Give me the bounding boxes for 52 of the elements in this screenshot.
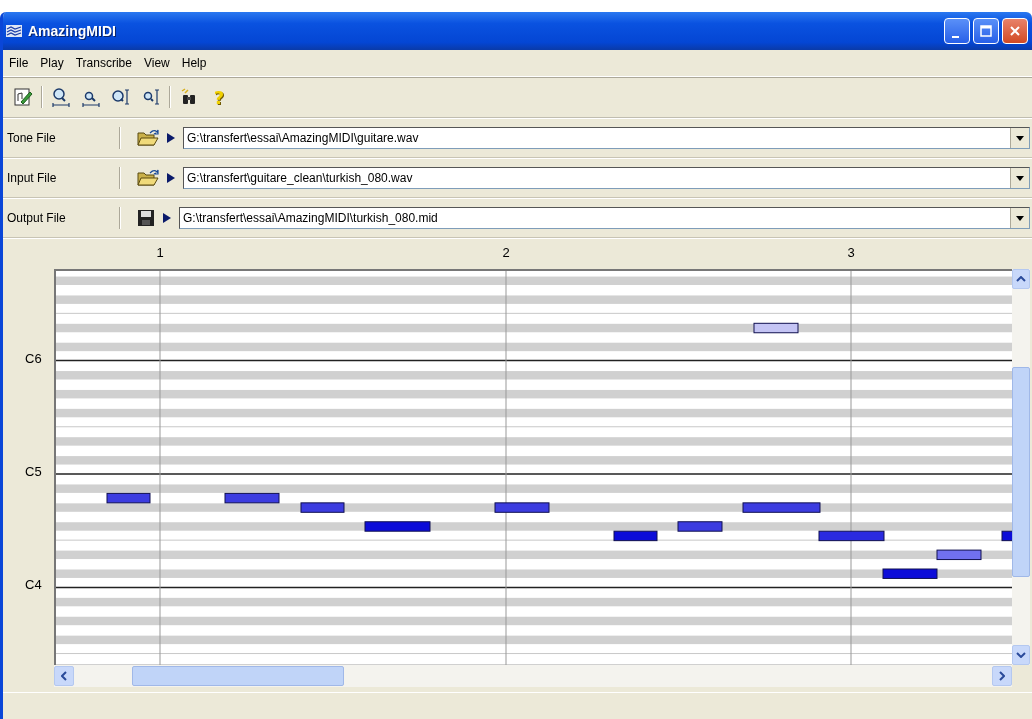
file-path-field[interactable]: G:\transfert\guitare_clean\turkish_080.wav <box>183 167 1030 189</box>
file-path-field[interactable]: G:\transfert\essai\AmazingMIDI\guitare.wav <box>183 127 1030 149</box>
scroll-thumb[interactable] <box>132 666 344 686</box>
note-bar[interactable] <box>613 530 658 542</box>
caret-icon <box>1016 135 1024 141</box>
menu-item[interactable]: Play <box>40 56 64 70</box>
maximize-button[interactable] <box>973 18 999 44</box>
scroll-up-icon[interactable] <box>1012 269 1030 289</box>
note-bar[interactable] <box>818 530 885 542</box>
scroll-thumb[interactable] <box>1012 367 1030 577</box>
open-folder-icon[interactable] <box>137 129 159 147</box>
octave-label: C4 <box>25 577 42 593</box>
play-icon[interactable] <box>163 213 171 223</box>
caret-icon <box>1016 175 1024 181</box>
app-icon <box>6 25 22 37</box>
menu-item[interactable]: Transcribe <box>75 56 132 70</box>
edit-notes-icon[interactable] <box>11 85 35 109</box>
octave-label: C5 <box>25 464 42 479</box>
scroll-right-icon[interactable] <box>992 666 1012 686</box>
file-label: Input File <box>7 171 58 185</box>
measure-number: 3 <box>847 245 855 260</box>
open-folder-icon[interactable] <box>137 169 159 187</box>
file-label: Output File <box>7 211 67 225</box>
menu-item[interactable]: View <box>143 56 170 70</box>
file-label: Tone File <box>7 131 57 145</box>
window-title: AmazingMIDI <box>28 23 116 39</box>
minimize-button[interactable] <box>944 18 970 44</box>
play-icon[interactable] <box>167 173 175 183</box>
dropdown-button[interactable] <box>1010 128 1029 148</box>
maximize-icon <box>980 25 992 37</box>
note-bar[interactable] <box>753 322 799 334</box>
measure-number: 1 <box>156 245 164 260</box>
measure-number: 2 <box>502 245 510 260</box>
note-bar[interactable] <box>224 492 280 504</box>
note-bar[interactable] <box>936 549 982 561</box>
zoom-in-icon[interactable] <box>49 85 73 109</box>
dropdown-button[interactable] <box>1010 208 1029 228</box>
play-icon[interactable] <box>167 133 175 143</box>
file-path-field[interactable]: G:\transfert\essai\AmazingMIDI\turkish_080.mid <box>179 207 1030 229</box>
menu-item[interactable]: Help <box>181 56 207 70</box>
dropdown-button[interactable] <box>1010 168 1029 188</box>
caret-icon <box>1016 215 1024 221</box>
close-button[interactable] <box>1002 18 1028 44</box>
scroll-down-icon[interactable] <box>1012 645 1030 665</box>
minimize-icon <box>951 36 959 38</box>
vertical-scrollbar[interactable] <box>1012 269 1030 665</box>
octave-label: C6 <box>25 350 42 366</box>
note-bar[interactable] <box>106 492 151 504</box>
close-icon <box>1009 25 1021 37</box>
menu-item[interactable]: File <box>9 56 29 70</box>
scroll-left-icon[interactable] <box>54 666 74 686</box>
floppy-disk-icon[interactable] <box>137 209 155 227</box>
